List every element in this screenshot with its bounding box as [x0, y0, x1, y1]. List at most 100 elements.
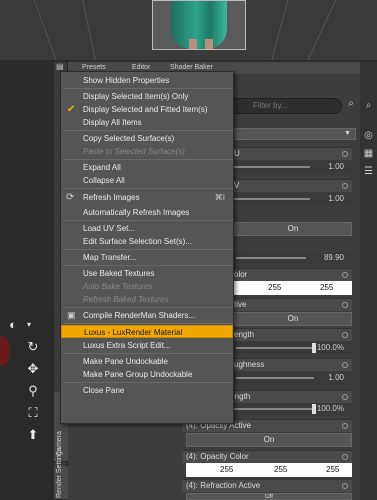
prop-v-label: V	[234, 181, 240, 190]
menu-item-refresh-images[interactable]: ⟳ Refresh Images ⌘I	[61, 191, 233, 204]
slider-track	[236, 347, 314, 349]
toggle-on-button[interactable]: On	[234, 222, 352, 236]
gear-icon[interactable]	[342, 362, 348, 368]
gear-icon[interactable]	[342, 272, 348, 278]
figure-leg	[205, 39, 213, 49]
slider-knob[interactable]	[312, 404, 316, 414]
prop-angle-value[interactable]: 89.90	[324, 253, 344, 262]
frame-icon[interactable]: ⛶	[26, 406, 40, 420]
opacity-color-field[interactable]: 255 255 255	[186, 463, 352, 477]
color-g-value: 255	[268, 283, 282, 292]
rotate-icon[interactable]: ↻	[26, 340, 40, 354]
menu-item-undock-pane-group[interactable]: Make Pane Group Undockable	[61, 368, 233, 381]
context-menu: Show Hidden Properties Display Selected …	[60, 71, 234, 424]
gear-icon[interactable]	[342, 394, 348, 400]
menu-separator	[63, 188, 233, 189]
prop-strength2-value[interactable]: 100.0%	[317, 404, 344, 413]
menu-separator	[63, 130, 233, 131]
menu-item-refresh-baked: Refresh Baked Textures	[83, 295, 169, 304]
menu-item-undock-pane[interactable]: Make Pane Undockable	[61, 355, 233, 368]
list-icon[interactable]: ☰	[362, 166, 375, 179]
gear-icon[interactable]	[342, 302, 348, 308]
prop-strength-label: ength	[234, 330, 255, 339]
slider-knob[interactable]	[312, 343, 316, 353]
prop-roughness-header: ughness	[230, 358, 352, 371]
menu-item-auto-refresh[interactable]: Automatically Refresh Images	[61, 206, 233, 219]
color-b-value: 255	[320, 283, 334, 292]
filter-input[interactable]: Filter by...	[228, 98, 342, 114]
menu-item-compile-renderman[interactable]: ▣ Compile RenderMan Shaders...	[61, 309, 233, 322]
sphere-icon[interactable]: ◐	[6, 318, 20, 332]
menu-item-show-hidden[interactable]: Show Hidden Properties	[61, 74, 233, 87]
globe-icon[interactable]: ◎	[362, 130, 375, 143]
menu-item-load-uv-set[interactable]: Load UV Set...	[61, 222, 233, 235]
tab-editor[interactable]: Editor	[132, 64, 150, 71]
move-icon[interactable]: ✥	[26, 362, 40, 376]
prop-strength-value[interactable]: 100.0%	[317, 343, 344, 352]
menu-separator	[63, 159, 233, 160]
tab-presets[interactable]: Presets	[82, 64, 106, 71]
up-arrow-icon[interactable]: ⬆	[26, 428, 40, 442]
prop-v-slider[interactable]: 1.00	[230, 193, 352, 205]
toggle-on-button[interactable]: On	[234, 312, 352, 326]
prop-roughness-value[interactable]: 1.00	[328, 373, 344, 382]
menu-item-display-selected-fitted[interactable]: ✔ Display Selected and Fitted Item(s)	[61, 103, 233, 116]
prop-angle-slider[interactable]: 89.90	[234, 252, 352, 264]
figure-dress	[171, 1, 227, 49]
color-field[interactable]: 255 255	[234, 281, 352, 295]
menu-item-collapse-all[interactable]: Collapse All	[61, 174, 233, 187]
scene-object	[0, 336, 10, 366]
tab-shader-baker[interactable]: Shader Baker	[170, 64, 213, 71]
zoom-icon[interactable]: ⚲	[26, 384, 40, 398]
menu-item-luxus-material[interactable]: Luxus - LuxRender Material	[61, 325, 233, 338]
menu-item-use-baked-textures[interactable]: Use Baked Textures	[61, 267, 233, 280]
menu-item-copy-surface[interactable]: Copy Selected Surface(s)	[61, 132, 233, 145]
prop-opacity-color-header: (4): Opacity Color	[182, 450, 352, 463]
grid-icon[interactable]: ▦	[362, 148, 375, 161]
toggle-off-button[interactable]: Off	[186, 493, 352, 500]
surface-dropdown[interactable]: ▼	[228, 128, 356, 140]
gear-icon[interactable]	[342, 151, 348, 157]
prop-active-header: tive	[230, 298, 352, 311]
refresh-icon: ⟳	[66, 192, 75, 203]
slider-track	[234, 198, 310, 200]
prop-v-value[interactable]: 1.00	[328, 194, 344, 203]
check-icon: ✔	[67, 104, 76, 115]
gear-icon[interactable]	[342, 332, 348, 338]
figure-leg	[189, 39, 197, 49]
tab-render-settings[interactable]: Render Settings	[54, 448, 68, 500]
toggle-on-button[interactable]: On	[186, 433, 352, 447]
gear-icon[interactable]	[342, 454, 348, 460]
slider-track	[236, 377, 314, 379]
viewport[interactable]	[0, 0, 377, 60]
grid-line	[80, 0, 100, 60]
right-icon-strip: ⌕ ◎ ▦ ☰	[360, 62, 377, 500]
menu-item-luxus-script-edit[interactable]: Luxus Extra Script Edit...	[61, 339, 233, 352]
prop-refraction-active-header: (4): Refraction Active	[182, 479, 352, 492]
gear-icon[interactable]	[342, 423, 348, 429]
gear-icon[interactable]	[342, 483, 348, 489]
menu-item-close-pane[interactable]: Close Pane	[61, 384, 233, 397]
dropdown-arrow-icon[interactable]: ▾	[22, 318, 36, 332]
menu-item-label: Display Selected and Fitted Item(s)	[83, 105, 208, 114]
figure-frame[interactable]	[152, 0, 246, 50]
menu-shortcut: ⌘I	[214, 193, 225, 202]
menu-item-edit-selection-sets[interactable]: Edit Surface Selection Set(s)...	[61, 235, 233, 248]
prop-roughness-slider[interactable]: 1.00	[234, 372, 352, 384]
grid-line	[301, 0, 341, 60]
menu-item-map-transfer[interactable]: Map Transfer...	[61, 251, 233, 264]
search-icon[interactable]: ⌕	[362, 100, 375, 113]
prop-u-value[interactable]: 1.00	[328, 162, 344, 171]
search-icon[interactable]: ⌕	[344, 98, 358, 112]
chevron-down-icon: ▼	[344, 130, 351, 137]
menu-separator	[63, 307, 233, 308]
prop-u-slider[interactable]: 1.00	[230, 161, 352, 173]
prop-opacity-color-label: (4): Opacity Color	[186, 452, 249, 461]
menu-item-display-all[interactable]: Display All Items	[61, 116, 233, 129]
color-r-value: 255	[220, 465, 234, 474]
gear-icon[interactable]	[342, 183, 348, 189]
prop-strength-slider[interactable]: 100.0%	[234, 342, 352, 354]
menu-item-display-selected-only[interactable]: Display Selected Item(s) Only	[61, 90, 233, 103]
menu-item-expand-all[interactable]: Expand All	[61, 161, 233, 174]
menu-separator	[63, 382, 233, 383]
